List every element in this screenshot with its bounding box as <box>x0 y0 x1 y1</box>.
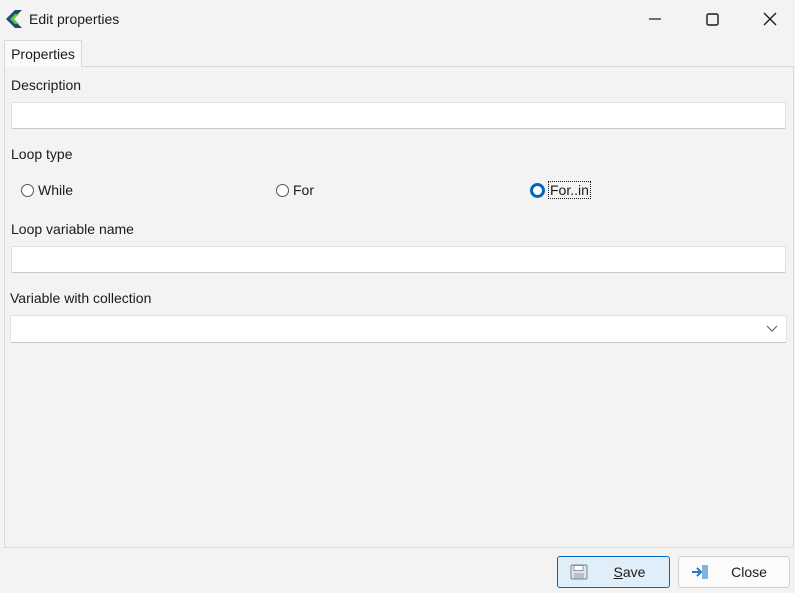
chevron-down-icon <box>766 325 778 332</box>
radio-for-label: For <box>293 182 314 198</box>
close-icon <box>763 12 777 26</box>
close-button[interactable]: Close <box>678 556 790 588</box>
properties-panel <box>4 66 794 548</box>
variable-with-collection-select[interactable] <box>10 315 787 343</box>
minimize-button[interactable] <box>632 0 678 38</box>
close-button-label: Close <box>731 564 767 580</box>
app-logo-icon <box>6 10 22 28</box>
description-label: Description <box>11 77 82 93</box>
radio-while-label: While <box>38 182 74 198</box>
radio-while-circle[interactable] <box>21 183 34 197</box>
loop-variable-name-label: Loop variable name <box>11 221 134 237</box>
save-button[interactable]: Save <box>557 556 670 588</box>
radio-for-circle[interactable] <box>276 183 289 197</box>
close-window-button[interactable] <box>747 0 793 38</box>
radio-for-in[interactable]: For..in <box>530 180 591 200</box>
radio-for-in-label: For..in <box>548 181 591 199</box>
tab-properties-label: Properties <box>11 46 75 62</box>
save-button-label: Save <box>613 564 646 580</box>
maximize-icon <box>705 12 719 26</box>
radio-while[interactable]: While <box>21 180 73 200</box>
window-title: Edit properties <box>29 11 120 27</box>
variable-with-collection-label: Variable with collection <box>10 290 152 306</box>
title-bar: Edit properties <box>0 0 795 38</box>
tab-properties[interactable]: Properties <box>4 40 82 67</box>
radio-for-in-circle[interactable] <box>530 182 545 198</box>
loop-variable-name-input[interactable] <box>11 246 786 273</box>
description-input[interactable] <box>11 102 786 129</box>
radio-for[interactable]: For <box>276 180 314 200</box>
minimize-icon <box>649 18 661 20</box>
loop-type-label: Loop type <box>11 146 73 162</box>
maximize-button[interactable] <box>689 0 735 38</box>
